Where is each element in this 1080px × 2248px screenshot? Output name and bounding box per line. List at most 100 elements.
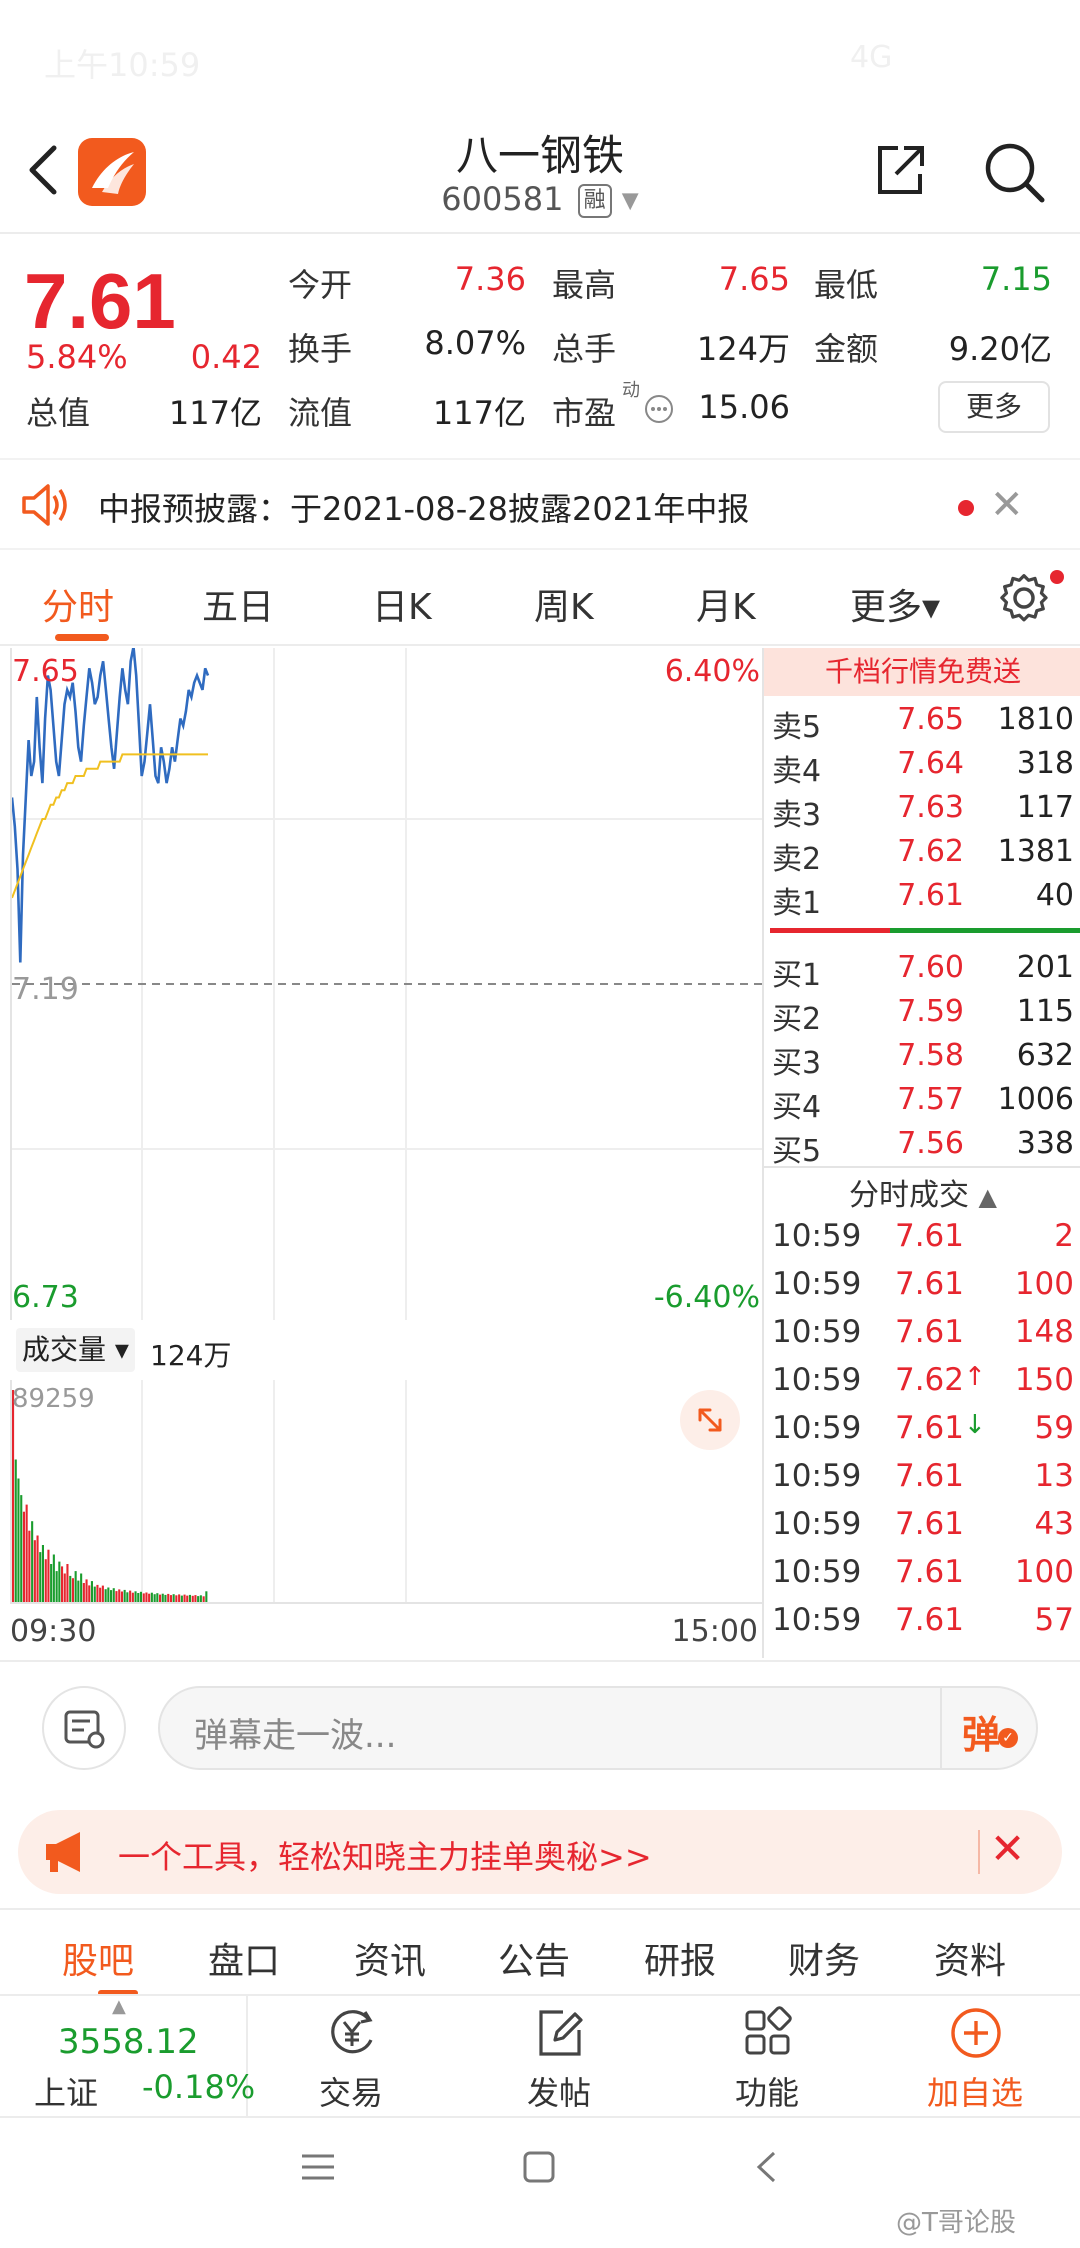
tab-finance[interactable]: 财务 <box>788 1932 860 1984</box>
volume-bar <box>47 1549 50 1602</box>
pct-axis-bottom-label: -6.40% <box>653 1280 760 1315</box>
volume-bar <box>36 1535 39 1602</box>
intraday-chart[interactable]: 7.65 6.40% 7.19 6.73 -6.40% <box>10 646 764 1320</box>
speaker-icon <box>22 484 67 526</box>
trade-button[interactable]: 交易 <box>276 1996 426 2118</box>
margin-badge: 融 <box>577 184 612 218</box>
trade-price: 7.61 <box>894 1218 964 1254</box>
volume-bar <box>188 1594 191 1602</box>
volume-chart: 89259 <box>10 1380 762 1602</box>
tab-profile[interactable]: 资料 <box>934 1932 1006 1984</box>
volume-total: 124万 <box>150 1339 232 1372</box>
megaphone-icon <box>46 1832 80 1872</box>
trade-time: 10:59 <box>772 1602 862 1638</box>
tab-more[interactable]: 更多▾ <box>850 578 940 630</box>
functions-button[interactable]: 功能 <box>692 1996 842 2118</box>
watermark: @T哥论股 <box>896 2208 1016 2238</box>
tab-five-day[interactable]: 五日 <box>202 578 274 630</box>
tab-announcements[interactable]: 公告 <box>498 1932 570 1984</box>
volume-bar <box>134 1591 137 1602</box>
header: 八一钢铁 600581 融 ▼ <box>0 110 1080 234</box>
trade-time: 10:59 <box>772 1458 862 1494</box>
volume-bar <box>61 1566 64 1602</box>
index-ticker[interactable]: ▲ 3558.12 上证 -0.18% <box>0 1996 255 2118</box>
tab-guba[interactable]: 股吧 <box>62 1932 134 1984</box>
promo-close-icon[interactable]: ✕ <box>990 1824 1025 1873</box>
mktcap-label: 总值 <box>26 394 91 432</box>
notice-close-icon[interactable]: ✕ <box>990 482 1024 528</box>
amount-label: 金额 <box>814 330 879 368</box>
volume-indicator-select[interactable]: 成交量 ▾ <box>16 1328 135 1372</box>
volume-bar <box>88 1585 91 1602</box>
volume-bar <box>82 1583 85 1602</box>
volume-bar <box>194 1595 197 1602</box>
volume-bar <box>71 1578 74 1602</box>
change-percent: 5.84% <box>26 338 128 376</box>
quote-panel: 7.61 5.84% 0.42 今开 7.36 最高 7.65 最低 7.15 … <box>0 236 1080 450</box>
volume-bar <box>12 1390 15 1602</box>
tab-weekly-k[interactable]: 周K <box>534 578 594 630</box>
volume-bar <box>139 1591 142 1602</box>
volume-bar <box>120 1591 123 1602</box>
post-button[interactable]: 发帖 <box>484 1996 634 2118</box>
add-watchlist-button[interactable]: 加自选 <box>900 1996 1050 2118</box>
tab-news[interactable]: 资讯 <box>354 1932 426 1984</box>
volume-bar <box>93 1586 96 1602</box>
trade-time: 10:59 <box>772 1314 862 1350</box>
volume-bar <box>39 1552 42 1602</box>
danmaku-input[interactable]: 弹幕走一波... 弹 ✓ <box>158 1686 1038 1770</box>
tab-monthly-k[interactable]: 月K <box>696 578 756 630</box>
volume-bar <box>126 1592 129 1602</box>
volume-bar <box>112 1588 115 1602</box>
more-dots-icon[interactable] <box>644 394 674 424</box>
promo-banner[interactable]: 一个工具，轻松知晓主力挂单奥秘>> ✕ <box>18 1810 1062 1894</box>
promo-text: 一个工具，轻松知晓主力挂单奥秘>> <box>118 1838 652 1876</box>
pe-value: 15.06 <box>698 388 790 426</box>
trade-price: 7.62 <box>894 1362 964 1398</box>
danmaku-send-button[interactable]: 弹 ✓ <box>940 1688 1038 1768</box>
mktcap-value: 117亿 <box>168 394 262 432</box>
more-button[interactable]: 更多 <box>938 381 1050 433</box>
trades-list: 10:59 7.61 2 10:59 7.61 100 10:59 7.61 148 10:59 7… <box>764 1218 1080 1658</box>
grid-icon <box>745 2006 792 2055</box>
trade-volume: 13 <box>1034 1458 1074 1494</box>
trade-volume: 148 <box>1014 1314 1074 1350</box>
bid-row-5: 买5 7.56 338 <box>772 1126 1074 1169</box>
tab-intraday[interactable]: 分时 <box>42 578 114 630</box>
volume-bar <box>137 1593 140 1602</box>
volume-bar <box>142 1593 145 1602</box>
tab-daily-k[interactable]: 日K <box>372 578 432 630</box>
tab-research[interactable]: 研报 <box>644 1932 716 1984</box>
index-name: 上证 <box>34 2074 99 2112</box>
volume-bar <box>85 1579 88 1602</box>
volume-bar <box>55 1571 58 1602</box>
free-depth-banner[interactable]: 千档行情免费送 <box>764 648 1080 696</box>
volume-bar <box>169 1595 172 1602</box>
add-circle-icon <box>951 2008 1001 2058</box>
tab-pankou[interactable]: 盘口 <box>208 1932 280 1984</box>
share-icon[interactable] <box>870 140 930 200</box>
gear-icon[interactable] <box>998 572 1050 624</box>
volume-bar <box>58 1561 61 1602</box>
expand-chart-icon[interactable] <box>680 1390 740 1450</box>
volume-bar <box>74 1571 77 1602</box>
ask-row-1: 卖1 7.61 40 <box>772 878 1074 921</box>
volume-header: 成交量 ▾ 124万 <box>10 1324 762 1380</box>
volume-bar <box>115 1591 118 1602</box>
search-icon[interactable] <box>982 140 1046 204</box>
ask-row-2: 卖2 7.62 1381 <box>772 834 1074 877</box>
volume-label: 总手 <box>552 330 617 368</box>
volume-bar <box>77 1580 80 1602</box>
back-nav-icon[interactable] <box>754 2150 778 2184</box>
trade-time: 10:59 <box>772 1362 862 1398</box>
y-axis-top-label: 7.65 <box>12 654 79 689</box>
comment-settings-icon[interactable] <box>42 1686 126 1770</box>
status-bar: 上午10:59 4G <box>0 0 1080 110</box>
notice-bar[interactable]: 中报预披露：于2021-08-28披露2021年中报 ✕ <box>0 458 1080 550</box>
volume-bar <box>50 1564 53 1602</box>
home-icon[interactable] <box>522 2150 556 2184</box>
trade-volume: 43 <box>1034 1506 1074 1542</box>
trades-header[interactable]: 分时成交 ▲ <box>764 1170 1080 1214</box>
bid-row-1: 买1 7.60 201 <box>772 950 1074 993</box>
menu-icon[interactable] <box>300 2152 336 2182</box>
